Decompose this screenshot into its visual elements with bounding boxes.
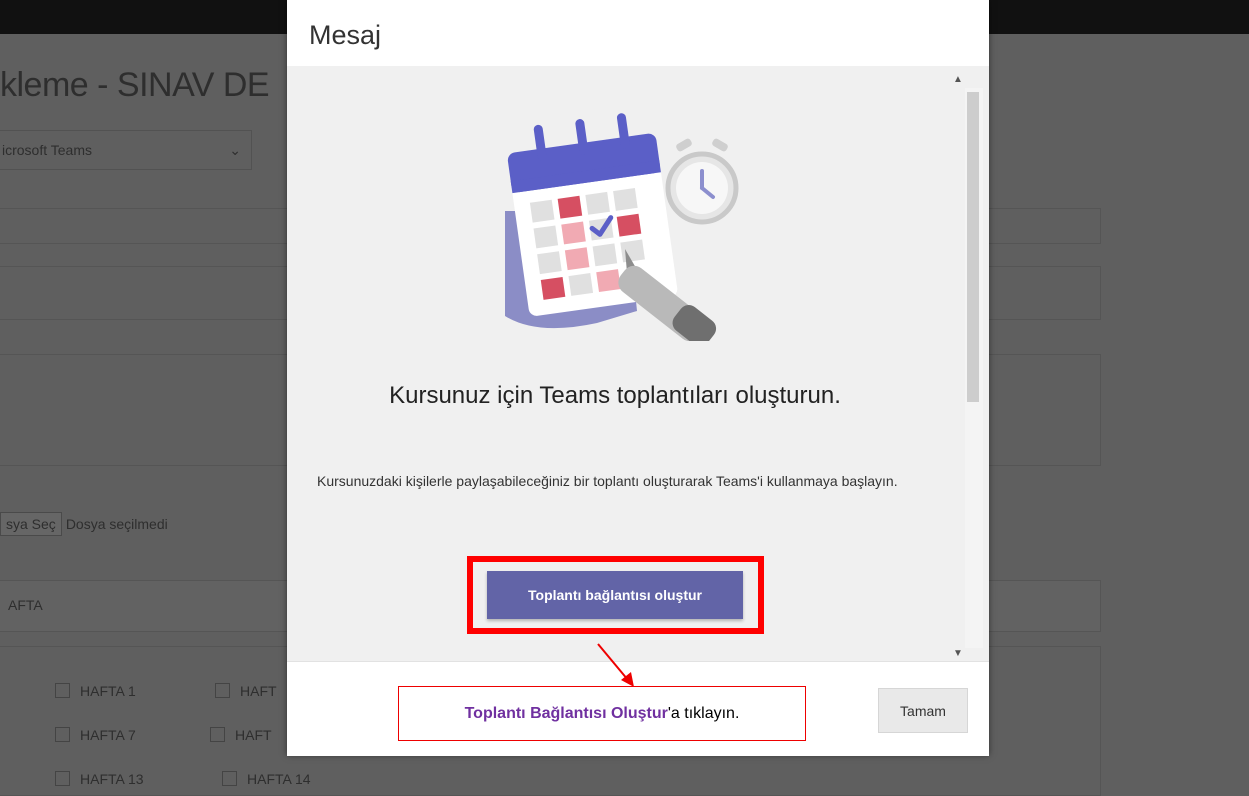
scroll-down-icon[interactable]: ▼: [953, 648, 963, 659]
dialog-headline: Kursunuz için Teams toplantıları oluştur…: [389, 382, 841, 409]
file-status: Dosya seçilmedi: [65, 516, 168, 532]
instruction-callout: Toplantı Bağlantısı Oluştur'a tıklayın.: [398, 686, 806, 741]
week-checkbox[interactable]: HAFTA 13: [55, 771, 144, 787]
highlight-box: [467, 556, 764, 634]
dialog-header: Mesaj: [287, 0, 989, 66]
dialog-title: Mesaj: [309, 20, 382, 50]
dialog-body: ▲ ▼ Kursunuz için Teams toplantıları olu…: [287, 66, 989, 661]
dialog-description: Kursunuzdaki kişilerle paylaşabileceğini…: [317, 473, 898, 489]
week-checkbox[interactable]: HAFT: [210, 727, 272, 743]
week-checkbox[interactable]: HAFT: [215, 683, 277, 699]
scroll-up-icon[interactable]: ▲: [953, 74, 963, 85]
scrollbar-thumb[interactable]: [967, 92, 979, 402]
dialog-scrollbar[interactable]: ▲ ▼: [941, 74, 989, 659]
week-checkbox[interactable]: HAFTA 7: [55, 727, 136, 743]
callout-text: 'a tıklayın.: [667, 705, 740, 722]
alarm-clock-icon: [665, 138, 739, 225]
week-checkbox[interactable]: HAFTA 1: [55, 683, 136, 699]
platform-select[interactable]: icrosoft Teams ⌄: [0, 130, 252, 170]
ok-button[interactable]: Tamam: [878, 688, 968, 733]
week-checkbox[interactable]: HAFTA 14: [222, 771, 311, 787]
page-title: kleme - SINAV DE: [0, 66, 270, 104]
file-picker: sya Seç Dosya seçilmedi: [0, 512, 168, 536]
calendar-illustration: [505, 113, 739, 341]
choose-file-button[interactable]: sya Seç: [0, 512, 62, 536]
platform-select-value: icrosoft Teams: [2, 142, 92, 158]
arrow-icon: [597, 643, 634, 687]
callout-emphasis: Toplantı Bağlantısı Oluştur: [464, 705, 668, 722]
week-section-label: AFTA: [8, 597, 43, 613]
chevron-down-icon: ⌄: [229, 142, 241, 158]
